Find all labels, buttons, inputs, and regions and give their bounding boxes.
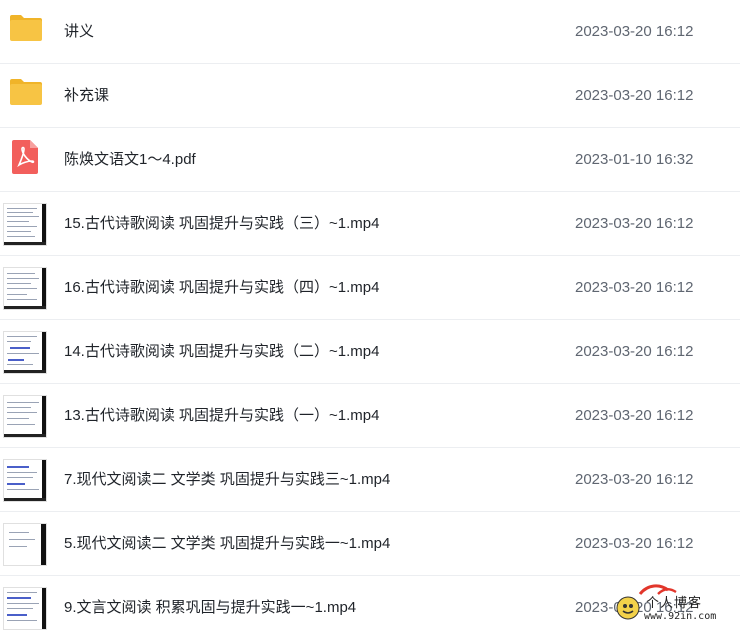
file-name[interactable]: 9.文言文阅读 积累巩固与提升实践一~1.mp4: [64, 576, 356, 640]
file-row-video-7[interactable]: 7.现代文阅读二 文学类 巩固提升与实践三~1.mp4 2023-03-20 1…: [0, 448, 740, 512]
file-row-jiangyi[interactable]: 讲义 2023-03-20 16:12: [0, 0, 740, 64]
file-name[interactable]: 陈焕文语文1～4.pdf: [64, 128, 196, 192]
file-name[interactable]: 讲义: [64, 0, 94, 64]
file-date: 2023-03-20 16:12: [575, 407, 694, 424]
file-date: 2023-03-20 16:12: [575, 535, 694, 552]
file-name[interactable]: 7.现代文阅读二 文学类 巩固提升与实践三~1.mp4: [64, 448, 390, 512]
file-name[interactable]: 补充课: [64, 64, 109, 128]
watermark-logo: 个人博客 www.92in.com: [612, 582, 732, 628]
file-date: 2023-03-20 16:12: [575, 23, 694, 40]
video-thumbnail-icon: [4, 588, 46, 629]
file-date: 2023-03-20 16:12: [575, 215, 694, 232]
file-row-buchongke[interactable]: 补充课 2023-03-20 16:12: [0, 64, 740, 128]
folder-icon: [10, 15, 42, 41]
watermark-url: www.92in.com: [644, 611, 717, 622]
folder-icon: [10, 79, 42, 105]
file-name[interactable]: 16.古代诗歌阅读 巩固提升与实践（四）~1.mp4: [64, 256, 379, 320]
file-date: 2023-03-20 16:12: [575, 279, 694, 296]
file-row-video-15[interactable]: 15.古代诗歌阅读 巩固提升与实践（三）~1.mp4 2023-03-20 16…: [0, 192, 740, 256]
video-thumbnail-icon: [4, 268, 46, 309]
file-row-video-13[interactable]: 13.古代诗歌阅读 巩固提升与实践（一）~1.mp4 2023-03-20 16…: [0, 384, 740, 448]
file-date: 2023-03-20 16:12: [575, 87, 694, 104]
video-thumbnail-icon: [4, 524, 46, 565]
file-date: 2023-03-20 16:12: [575, 471, 694, 488]
file-name[interactable]: 14.古代诗歌阅读 巩固提升与实践（二）~1.mp4: [64, 320, 379, 384]
pdf-icon: [12, 140, 38, 174]
file-list: 讲义 2023-03-20 16:12 补充课 2023-03-20 16:12…: [0, 0, 740, 640]
file-date: 2023-01-10 16:32: [575, 151, 694, 168]
video-thumbnail-icon: [4, 396, 46, 437]
emblem-icon: [616, 596, 640, 620]
file-name[interactable]: 15.古代诗歌阅读 巩固提升与实践（三）~1.mp4: [64, 192, 379, 256]
file-name[interactable]: 5.现代文阅读二 文学类 巩固提升与实践一~1.mp4: [64, 512, 390, 576]
file-row-video-16[interactable]: 16.古代诗歌阅读 巩固提升与实践（四）~1.mp4 2023-03-20 16…: [0, 256, 740, 320]
video-thumbnail-icon: [4, 332, 46, 373]
file-row-pdf[interactable]: 陈焕文语文1～4.pdf 2023-01-10 16:32: [0, 128, 740, 192]
video-thumbnail-icon: [4, 204, 46, 245]
file-row-video-5[interactable]: 5.现代文阅读二 文学类 巩固提升与实践一~1.mp4 2023-03-20 1…: [0, 512, 740, 576]
watermark-title: 个人博客: [646, 596, 703, 611]
file-row-video-14[interactable]: 14.古代诗歌阅读 巩固提升与实践（二）~1.mp4 2023-03-20 16…: [0, 320, 740, 384]
file-date: 2023-03-20 16:12: [575, 343, 694, 360]
video-thumbnail-icon: [4, 460, 46, 501]
file-name[interactable]: 13.古代诗歌阅读 巩固提升与实践（一）~1.mp4: [64, 384, 379, 448]
